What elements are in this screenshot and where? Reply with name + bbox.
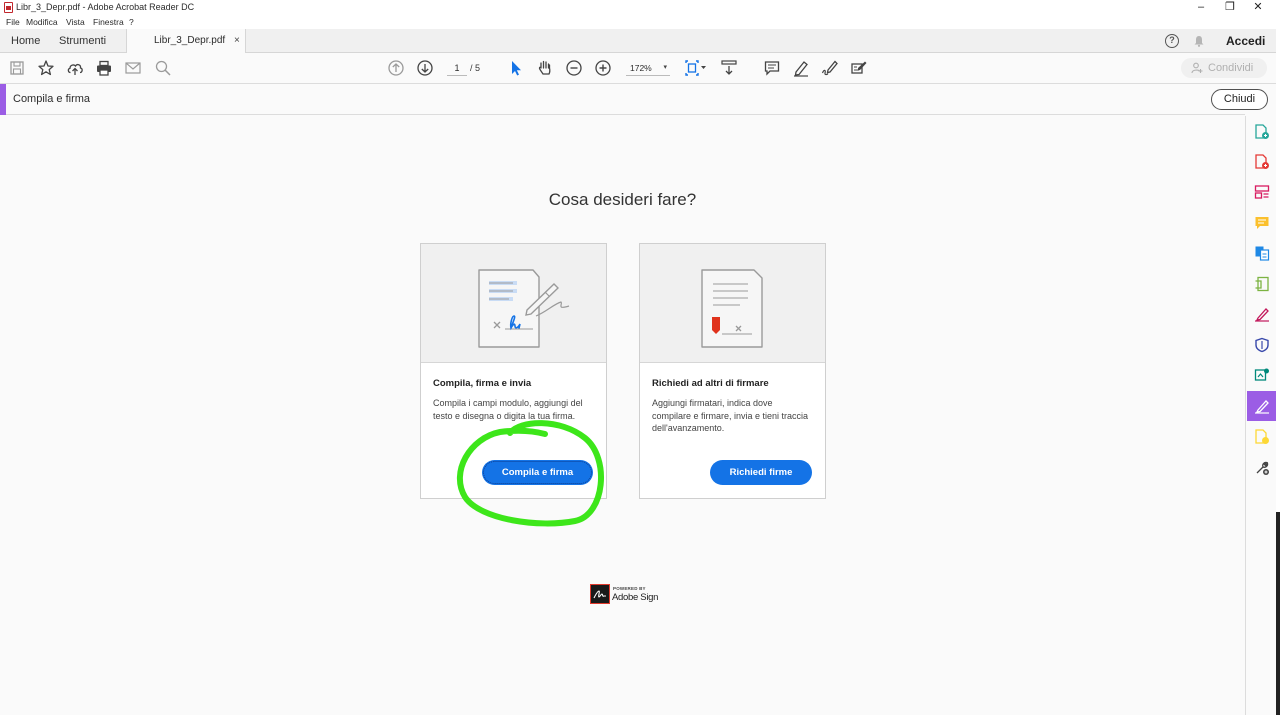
page-total: / 5	[470, 63, 481, 73]
main-toolbar: 1 / 5 172% ▾ Condividi	[0, 53, 1276, 84]
panel-accent-bar	[0, 84, 6, 115]
close-panel-button[interactable]: Chiudi	[1211, 89, 1268, 110]
adobe-sign-label: Adobe Sign	[612, 592, 659, 603]
panel-title: Compila e firma	[13, 93, 91, 105]
panel-header: Compila e firma Chiudi	[0, 84, 1268, 115]
zoom-level-select[interactable]: 172% ▾	[626, 61, 670, 76]
card-description: Compila i campi modulo, aggiungi del tes…	[433, 398, 583, 421]
enhance-scans-icon[interactable]	[1254, 367, 1270, 383]
zoom-level-value: 172%	[630, 63, 652, 73]
protect-icon[interactable]	[1254, 337, 1270, 353]
tab-document-label: Libr_3_Depr.pdf	[154, 35, 226, 46]
menu-file[interactable]: File	[6, 15, 20, 29]
pdf-file-icon	[4, 2, 13, 13]
tools-rail	[1245, 116, 1277, 715]
card-title: Richiedi ad altri di firmare	[652, 378, 769, 389]
help-icon[interactable]: ?	[1165, 34, 1179, 48]
tab-document[interactable]: Libr_3_Depr.pdf ×	[126, 29, 246, 53]
cloud-upload-icon[interactable]	[66, 59, 84, 77]
hand-tool-icon[interactable]	[536, 59, 554, 77]
combine-files-icon[interactable]	[1254, 245, 1270, 261]
share-user-icon	[1191, 62, 1203, 74]
window-edge-scrollbar[interactable]	[1276, 0, 1280, 715]
chevron-down-icon: ▾	[663, 64, 667, 71]
fill-sign-document-icon	[478, 269, 570, 348]
email-icon[interactable]	[124, 59, 142, 77]
window-title: Libr_3_Depr.pdf - Adobe Acrobat Reader D…	[16, 2, 195, 12]
comment-tool-icon[interactable]	[1254, 215, 1270, 231]
request-signatures-button[interactable]: Richiedi firme	[710, 460, 812, 485]
menu-help[interactable]: ?	[129, 15, 134, 29]
menu-bar: File Modifica Vista Finestra ?	[0, 15, 1280, 29]
tab-home[interactable]: Home	[11, 29, 40, 53]
bell-icon[interactable]	[1193, 35, 1205, 47]
zoom-out-icon[interactable]	[565, 59, 583, 77]
card-description: Aggiungi firmatari, indica dove compilar…	[652, 398, 809, 433]
minimize-button[interactable]: –	[1189, 0, 1213, 15]
tab-close-icon[interactable]: ×	[234, 29, 240, 53]
save-icon[interactable]	[8, 59, 26, 77]
adobe-sign-icon	[590, 584, 610, 604]
previous-page-icon[interactable]	[387, 59, 405, 77]
zoom-in-icon[interactable]	[594, 59, 612, 77]
search-icon[interactable]	[154, 59, 172, 77]
sign-pen-icon[interactable]	[821, 59, 839, 77]
close-window-button[interactable]: ✕	[1246, 0, 1270, 15]
card-illustration	[640, 244, 825, 363]
send-track-icon[interactable]	[1254, 429, 1270, 445]
organize-pages-icon[interactable]	[1254, 184, 1270, 200]
redact-tool-icon[interactable]	[850, 59, 868, 77]
card-illustration	[421, 244, 606, 363]
highlight-pen-icon[interactable]	[792, 59, 810, 77]
menu-modifica[interactable]: Modifica	[26, 15, 58, 29]
tab-bar: Home Strumenti Libr_3_Depr.pdf × ? Acced…	[0, 29, 1276, 53]
select-cursor-icon[interactable]	[507, 59, 525, 77]
share-button[interactable]: Condividi	[1181, 58, 1267, 78]
export-pdf-icon[interactable]	[1254, 154, 1270, 170]
maximize-button[interactable]: ❐	[1218, 0, 1242, 15]
print-icon[interactable]	[95, 59, 113, 77]
more-tools-icon[interactable]	[1254, 460, 1270, 476]
fill-sign-active-icon[interactable]	[1254, 398, 1270, 414]
next-page-icon[interactable]	[416, 59, 434, 77]
share-label: Condividi	[1208, 62, 1254, 74]
powered-by-label: POWERED BY	[613, 586, 646, 591]
create-pdf-icon[interactable]	[1254, 124, 1270, 140]
page-number-input[interactable]: 1	[447, 61, 467, 76]
edit-pdf-icon[interactable]	[1254, 276, 1270, 292]
comment-icon[interactable]	[763, 59, 781, 77]
scroll-mode-icon[interactable]	[720, 59, 738, 77]
page-heading: Cosa desideri fare?	[548, 190, 697, 209]
request-signature-document-icon	[701, 269, 763, 348]
card-title: Compila, firma e invia	[433, 378, 532, 389]
fit-page-icon[interactable]	[684, 59, 708, 77]
fill-and-sign-button[interactable]: Compila e firma	[482, 460, 593, 485]
menu-finestra[interactable]: Finestra	[93, 15, 124, 29]
card-fill-sign: Compila, firma e invia Compila i campi m…	[420, 243, 607, 499]
card-request-signatures: Richiedi ad altri di firmare Aggiungi fi…	[639, 243, 826, 499]
tab-tools[interactable]: Strumenti	[59, 29, 106, 53]
sign-in-button[interactable]: Accedi	[1226, 29, 1265, 53]
window-title-bar: Libr_3_Depr.pdf - Adobe Acrobat Reader D…	[0, 0, 1280, 15]
star-icon[interactable]	[37, 59, 55, 77]
adobe-sign-logo: POWERED BY Adobe Sign	[590, 584, 660, 604]
fill-sign-tool-icon[interactable]	[1254, 306, 1270, 322]
menu-vista[interactable]: Vista	[66, 15, 85, 29]
scrollbar-thumb[interactable]	[1276, 512, 1280, 715]
